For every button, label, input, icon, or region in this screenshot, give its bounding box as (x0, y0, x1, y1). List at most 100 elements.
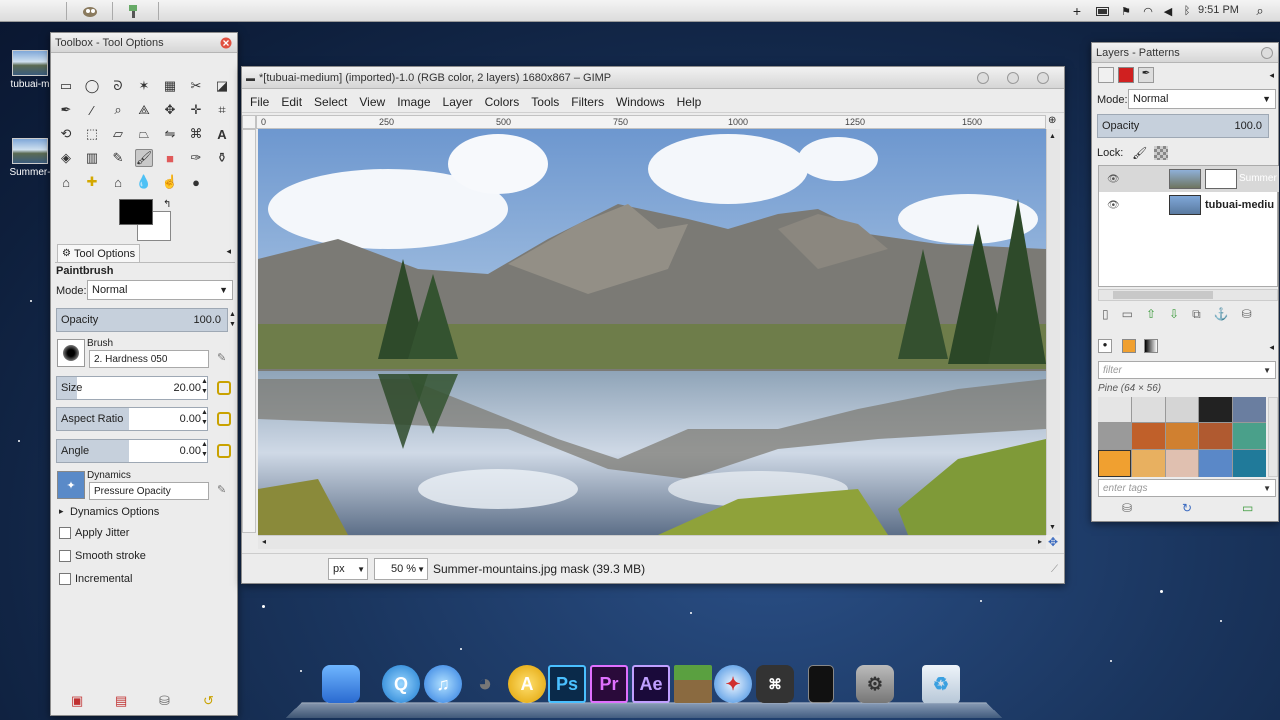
tab-menu-icon[interactable]: ◂ (1269, 70, 1274, 81)
rect-select-icon[interactable]: ▭ (57, 77, 75, 95)
tab-menu-icon[interactable]: ◂ (226, 246, 231, 257)
scroll-down-icon[interactable]: ▼ (1049, 524, 1056, 531)
scroll-left-icon[interactable]: ◂ (262, 537, 266, 546)
toolbox-titlebar[interactable]: Toolbox - Tool Options (51, 33, 237, 53)
layer-name[interactable]: Summer (1239, 173, 1279, 184)
battery-icon[interactable] (1094, 0, 1112, 22)
premiere-dock-icon[interactable]: Pr (590, 665, 628, 703)
airbrush-icon[interactable]: ✑ (187, 149, 205, 167)
pattern-swatch[interactable] (1199, 449, 1233, 477)
bluetooth-icon[interactable]: ᛒ (1180, 0, 1194, 22)
expander-icon[interactable]: ▸ (59, 506, 64, 517)
visibility-eye-icon[interactable]: 👁 (1107, 200, 1120, 211)
tags-input[interactable]: enter tags ▼ (1098, 479, 1276, 497)
anything-dock-icon[interactable]: A (508, 665, 546, 703)
maximize-icon[interactable] (1004, 69, 1022, 87)
menu-help[interactable]: Help (677, 95, 702, 109)
pattern-swatch[interactable] (1098, 397, 1131, 423)
edit-brush-icon[interactable]: ✎ (217, 351, 226, 364)
reset-options-icon[interactable]: ↺ (203, 693, 214, 709)
tab-patterns-icon[interactable] (1122, 339, 1136, 353)
text-tool-icon[interactable]: A (213, 125, 231, 143)
reset-size-icon[interactable] (217, 381, 231, 395)
layer-row[interactable]: 👁 Summer (1099, 166, 1279, 192)
scroll-right-icon[interactable]: ▸ (1038, 537, 1042, 546)
layer-name[interactable]: tubuai-mediu (1205, 199, 1274, 211)
tab-channels-icon[interactable] (1118, 67, 1134, 83)
close-window-icon[interactable] (1034, 69, 1052, 87)
pattern-swatch[interactable] (1199, 423, 1233, 449)
edit-dynamics-icon[interactable]: ✎ (217, 483, 226, 496)
duplicate-layer-icon[interactable]: ⧉ (1192, 307, 1201, 322)
unit-select[interactable]: px ▼ (328, 558, 368, 580)
size-spin-arrows[interactable]: ▲ ▼ (201, 377, 208, 397)
horizontal-ruler[interactable]: 0 250 500 750 1000 1250 1500 (256, 115, 1046, 129)
menu-edit[interactable]: Edit (281, 95, 302, 109)
pattern-vscrollbar[interactable] (1268, 397, 1278, 477)
gimp-dock-icon[interactable]: ◕ (466, 665, 504, 703)
dodge-burn-icon[interactable]: ● (187, 173, 205, 191)
menu-select[interactable]: Select (314, 95, 347, 109)
aspect-ratio-slider[interactable]: Aspect Ratio 0.00 (56, 407, 208, 431)
volume-icon[interactable]: ◀ (1160, 0, 1176, 22)
blend-icon[interactable]: ▥ (83, 149, 101, 167)
delete-pattern-icon[interactable]: ⛁ (1122, 501, 1132, 515)
swap-colors-icon[interactable]: ↰ (163, 199, 171, 210)
smudge-icon[interactable]: ☝ (161, 173, 179, 191)
brush-preview[interactable] (57, 339, 85, 367)
crop-icon[interactable]: ⌗ (213, 101, 231, 119)
foreground-color-swatch[interactable] (119, 199, 153, 225)
pattern-swatch[interactable] (1165, 449, 1199, 477)
menu-layer[interactable]: Layer (443, 95, 473, 109)
brush-name-field[interactable]: 2. Hardness 050 (89, 350, 209, 368)
new-group-icon[interactable]: ▭ (1122, 307, 1133, 322)
pattern-swatch[interactable] (1131, 423, 1165, 449)
scroll-thumb[interactable] (1113, 291, 1213, 299)
pattern-swatch[interactable] (1165, 423, 1199, 449)
trash-dock-icon[interactable]: ♻ (922, 665, 960, 703)
spotlight-search-icon[interactable]: ⌕ (1252, 0, 1268, 22)
angle-spin-arrows[interactable]: ▲ ▼ (201, 440, 208, 460)
horizontal-scrollbar[interactable]: ◂ ▸ (258, 535, 1046, 549)
safari-dock-icon[interactable]: ✦ (714, 665, 752, 703)
dynamics-options-expander[interactable]: Dynamics Options (70, 506, 159, 518)
opacity-slider[interactable]: Opacity 100.0 (56, 308, 228, 332)
add-icon[interactable]: + (1068, 0, 1086, 22)
lock-pixels-icon[interactable]: 🖌 (1132, 146, 1147, 160)
lower-layer-icon[interactable]: ⇩ (1169, 307, 1179, 322)
resize-grip-icon[interactable]: ⟋ (1051, 564, 1058, 575)
anchor-layer-icon[interactable]: ⚓ (1214, 307, 1229, 322)
scissors-select-icon[interactable]: ✂ (187, 77, 205, 95)
menubar-clock[interactable]: 9:51 PM (1198, 4, 1239, 16)
navigation-icon[interactable]: ✥ (1048, 535, 1058, 549)
layers-mode-select[interactable]: Normal ▼ (1128, 89, 1276, 109)
flag-icon[interactable]: ⚑ (1118, 0, 1134, 22)
free-select-icon[interactable]: ᘐ (109, 77, 127, 95)
angle-slider[interactable]: Angle 0.00 (56, 439, 208, 463)
menu-image[interactable]: Image (397, 95, 430, 109)
photoshop-dock-icon[interactable]: Ps (548, 665, 586, 703)
dynamics-field[interactable]: Pressure Opacity (89, 482, 209, 500)
image-titlebar[interactable]: ▬ *[tubuai-medium] (imported)-1.0 (RGB c… (242, 67, 1064, 89)
delete-layer-icon[interactable]: ⛁ (1242, 307, 1252, 322)
incremental-checkbox[interactable] (59, 573, 71, 585)
tab-layers-icon[interactable] (1098, 67, 1114, 83)
blur-icon[interactable]: 💧 (135, 173, 153, 191)
pattern-swatch[interactable] (1098, 423, 1131, 449)
after-effects-dock-icon[interactable]: Ae (632, 665, 670, 703)
clone-icon[interactable]: ⌂ (57, 173, 75, 191)
menu-colors[interactable]: Colors (485, 95, 520, 109)
menu-file[interactable]: File (250, 95, 269, 109)
menu-view[interactable]: View (359, 95, 385, 109)
dynamics-preview-icon[interactable]: ✦ (57, 471, 85, 499)
ink-icon[interactable]: ⚱ (213, 149, 231, 167)
new-layer-icon[interactable]: ▯ (1102, 307, 1109, 322)
pattern-swatch[interactable] (1233, 397, 1266, 423)
aspect-spin-arrows[interactable]: ▲ ▼ (201, 408, 208, 428)
keyboard-viewer-dock-icon[interactable]: ⌘ (756, 665, 794, 703)
paths-icon[interactable]: ✒ (57, 101, 75, 119)
pattern-swatch-selected[interactable] (1098, 449, 1131, 477)
tab-gradients-icon[interactable] (1144, 339, 1158, 353)
flip-icon[interactable]: ⇋ (161, 125, 179, 143)
pattern-filter-input[interactable]: filter ▼ (1098, 361, 1276, 379)
